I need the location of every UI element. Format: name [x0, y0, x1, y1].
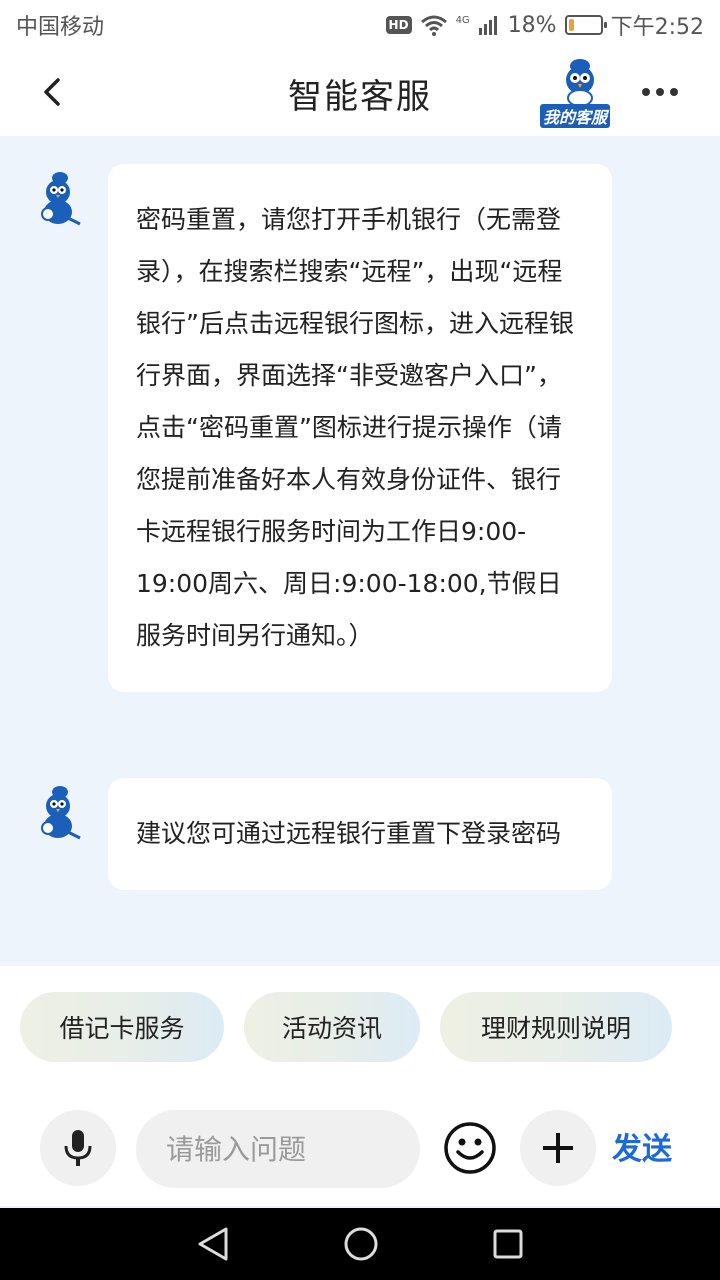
nav-recents-icon[interactable]	[492, 1228, 524, 1260]
message-bubble[interactable]: 建议您可通过远程银行重置下登录密码	[108, 778, 612, 890]
brand-label: 我的客服	[540, 104, 611, 128]
wifi-icon	[420, 15, 447, 36]
voice-button[interactable]	[40, 1110, 116, 1186]
mascot-icon	[41, 786, 81, 840]
quick-reply-chip[interactable]: 理财规则说明	[440, 992, 672, 1062]
bottom-panel: 借记卡服务 活动资讯 理财规则说明 发送	[0, 966, 720, 1206]
system-nav-bar	[0, 1208, 720, 1280]
bot-avatar	[30, 170, 86, 230]
clock: 下午2:52	[610, 15, 704, 40]
question-input[interactable]	[136, 1110, 420, 1188]
mic-icon	[64, 1130, 92, 1166]
mascot-icon	[41, 172, 81, 226]
signal-icon	[478, 16, 497, 35]
network-type: 4G	[455, 15, 470, 26]
more-icon	[642, 88, 650, 96]
battery-percent: 18%	[507, 12, 557, 38]
nav-back-icon[interactable]	[196, 1226, 230, 1262]
send-button[interactable]: 发送	[612, 1124, 672, 1168]
page-title: 智能客服	[288, 76, 432, 117]
plus-icon	[543, 1133, 573, 1163]
back-button[interactable]	[30, 70, 74, 114]
app-header: 智能客服 我的客服	[0, 50, 720, 136]
hd-icon: HD	[385, 16, 412, 34]
carrier-name: 中国移动	[16, 15, 105, 40]
plus-button[interactable]	[520, 1110, 596, 1186]
battery-icon	[564, 15, 607, 35]
more-button[interactable]	[636, 72, 684, 112]
brand-logo[interactable]: 我的客服	[538, 56, 622, 128]
quick-reply-chip[interactable]: 活动资讯	[244, 992, 420, 1062]
status-icons: HD 4G 18% 下午2:52	[385, 9, 704, 41]
emoji-button[interactable]	[442, 1120, 498, 1176]
bot-avatar	[30, 784, 86, 844]
chat-area[interactable]: 密码重置，请您打开手机银行（无需登录），在搜索栏搜索“远程”，出现“远程银行”后…	[0, 136, 720, 966]
message-bubble[interactable]: 密码重置，请您打开手机银行（无需登录），在搜索栏搜索“远程”，出现“远程银行”后…	[108, 164, 612, 692]
emoji-icon	[444, 1122, 496, 1174]
nav-home-icon[interactable]	[343, 1226, 379, 1262]
quick-reply-chip[interactable]: 借记卡服务	[20, 992, 224, 1062]
status-bar: 中国移动 HD 4G 18% 下午2:52	[0, 0, 720, 50]
back-arrow-icon	[44, 78, 60, 106]
